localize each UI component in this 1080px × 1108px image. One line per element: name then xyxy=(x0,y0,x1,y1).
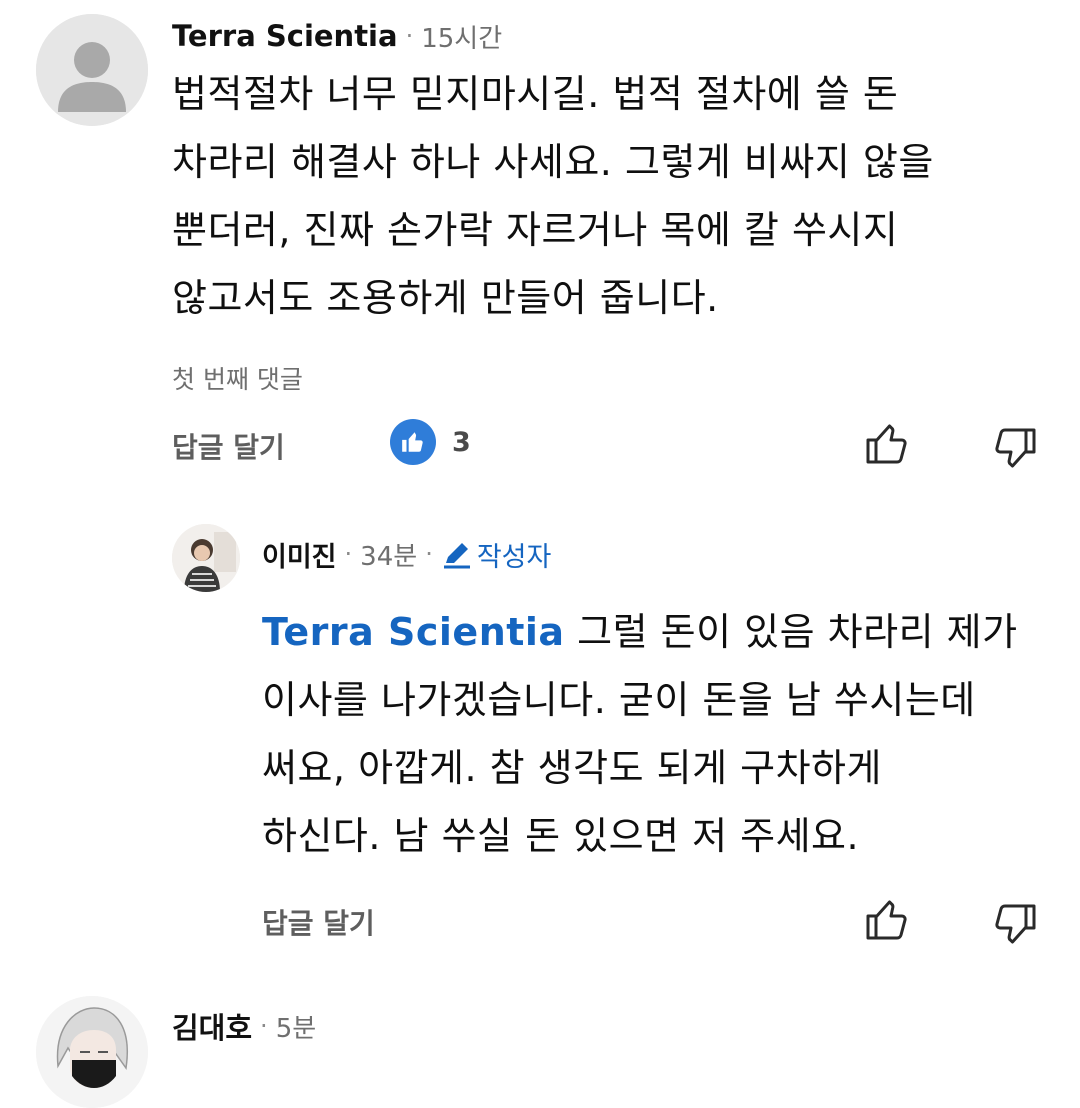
timestamp: 5분 xyxy=(275,1013,317,1044)
like-count: 3 xyxy=(390,419,471,465)
author-badge-label: 작성자 xyxy=(476,541,552,573)
thumbs-up-icon[interactable] xyxy=(864,420,912,468)
comment-text: 법적절차 너무 믿지마시길. 법적 절차에 쓸 돈 차라리 해결사 하나 사세요… xyxy=(172,72,934,320)
timestamp: 34분 xyxy=(360,541,418,572)
reply-action[interactable]: 답글 달기 xyxy=(262,902,375,942)
separator-dot: · xyxy=(260,1012,268,1040)
avatar[interactable] xyxy=(36,996,148,1108)
author-name[interactable]: Terra Scientia xyxy=(172,19,398,53)
default-avatar-icon xyxy=(36,14,148,126)
separator-dot: · xyxy=(344,540,353,568)
like-count-number: 3 xyxy=(452,426,471,458)
profile-illustration xyxy=(36,996,148,1108)
reply-button[interactable]: 답글 달기 xyxy=(172,426,285,466)
thumbs-up-icon[interactable] xyxy=(864,896,912,944)
timestamp: 15시간 xyxy=(421,23,503,54)
first-comment-label: 첫 번째 댓글 xyxy=(172,365,303,394)
avatar[interactable] xyxy=(172,524,240,592)
reply-action[interactable]: 답글 달기 xyxy=(172,426,285,466)
separator-dot: · xyxy=(425,540,433,568)
thumbs-down-icon[interactable] xyxy=(990,900,1038,948)
author-badge: 작성자 xyxy=(441,535,552,574)
comment-header: Terra Scientia · 15시간 xyxy=(172,16,502,56)
thumbs-down-icon[interactable] xyxy=(990,424,1038,472)
reply-text: Terra Scientia 그럴 돈이 있음 차라리 제가 이사를 나가겠습니… xyxy=(262,598,1062,870)
reply-button[interactable]: 답글 달기 xyxy=(262,902,375,942)
comment-header: 김대호 · 5분 xyxy=(172,1006,316,1046)
like-badge-icon xyxy=(390,419,436,465)
separator-dot: · xyxy=(405,22,414,50)
profile-photo xyxy=(172,524,240,592)
mention-link[interactable]: Terra Scientia xyxy=(262,610,565,654)
avatar[interactable] xyxy=(36,14,148,126)
pencil-icon xyxy=(443,543,470,569)
reply-header: 이미진 · 34분 · 작성자 xyxy=(262,534,551,574)
author-name[interactable]: 김대호 xyxy=(172,1005,252,1047)
author-name[interactable]: 이미진 xyxy=(262,535,337,574)
